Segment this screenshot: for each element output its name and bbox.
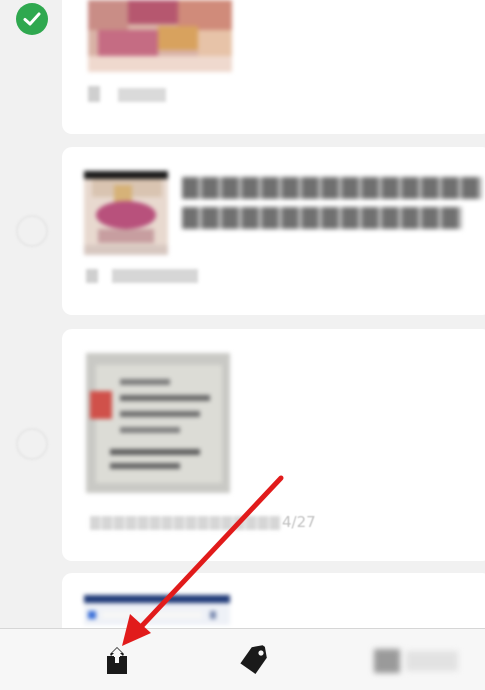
note-card[interactable]: [62, 0, 485, 134]
note-checkbox[interactable]: [16, 428, 48, 460]
share-icon: [107, 647, 127, 674]
note-checkbox[interactable]: [16, 215, 48, 247]
tag-icon: [240, 645, 267, 674]
note-title-line2: [182, 207, 462, 234]
note-thumbnail: [86, 353, 230, 493]
note-thumbnail: [88, 0, 232, 72]
note-title-line1: [182, 177, 482, 204]
note-checkbox-checked[interactable]: [16, 3, 48, 35]
tag-button[interactable]: [237, 643, 271, 677]
note-meta: 4/27: [90, 513, 316, 531]
note-thumbnail: [84, 595, 230, 628]
notes-list: 4/27: [0, 0, 485, 628]
note-thumbnail: [84, 171, 168, 255]
check-icon: [23, 12, 41, 26]
more-button[interactable]: [374, 643, 464, 677]
share-button[interactable]: [100, 643, 134, 677]
note-card[interactable]: [62, 573, 485, 628]
note-card[interactable]: [62, 147, 485, 315]
note-meta: [86, 269, 198, 287]
note-card[interactable]: 4/27: [62, 329, 485, 561]
bottom-toolbar: [0, 628, 485, 690]
note-meta: [88, 86, 166, 106]
delete-icon: [374, 649, 458, 673]
